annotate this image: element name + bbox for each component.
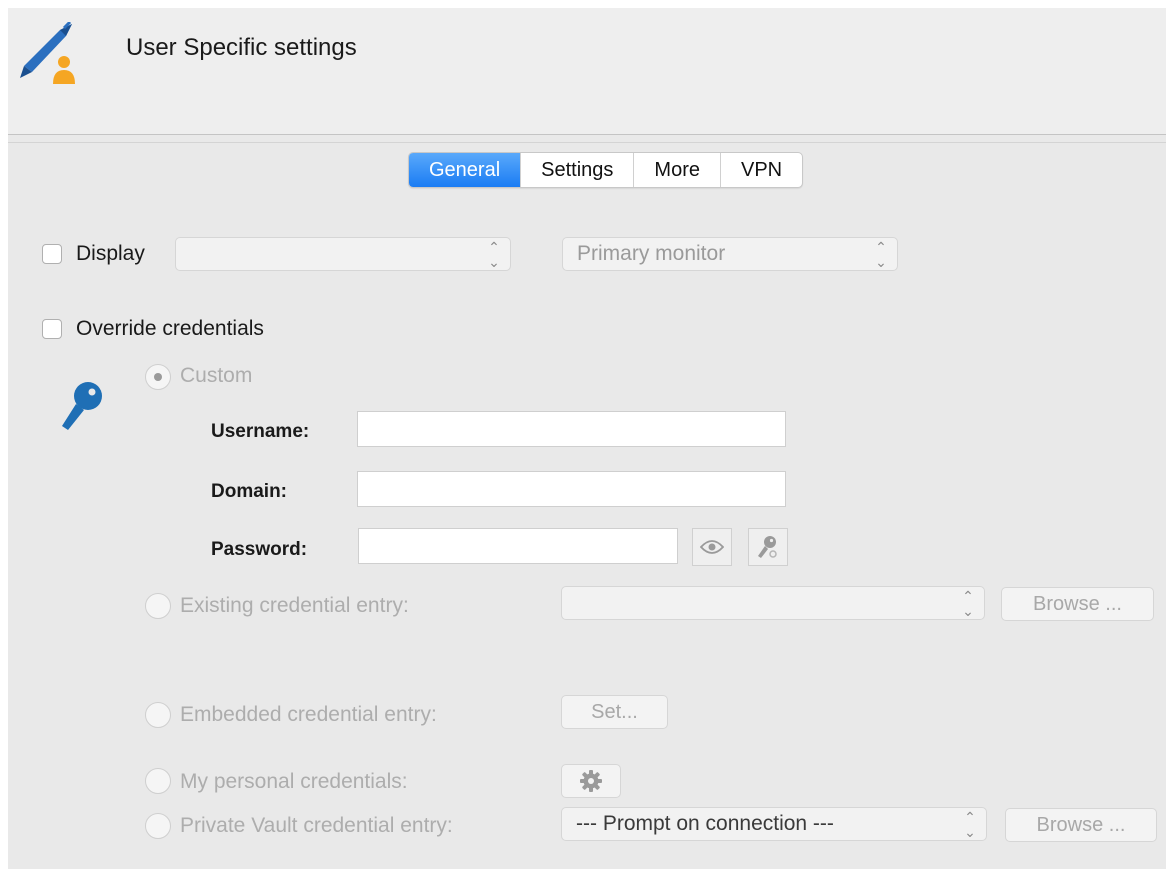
display-label: Display xyxy=(76,242,145,265)
embedded-credential-label: Embedded credential entry: xyxy=(180,703,437,726)
display-select[interactable]: ⌃ ⌄ xyxy=(175,237,511,271)
personal-credentials-label: My personal credentials: xyxy=(180,770,408,793)
show-password-button[interactable] xyxy=(692,528,732,566)
domain-input[interactable] xyxy=(357,471,786,507)
divider xyxy=(8,142,1166,143)
chevron-updown-icon: ⌃ ⌄ xyxy=(962,588,974,619)
monitor-select-value: Primary monitor xyxy=(577,242,726,265)
existing-credential-label: Existing credential entry: xyxy=(180,594,409,617)
private-vault-radio[interactable] xyxy=(145,813,171,839)
existing-credential-select[interactable]: ⌃ ⌄ xyxy=(561,586,985,620)
display-checkbox[interactable] xyxy=(42,244,62,264)
custom-label: Custom xyxy=(180,364,253,387)
vault-browse-button[interactable]: Browse ... xyxy=(1005,808,1157,842)
custom-radio[interactable] xyxy=(145,364,171,390)
eye-icon xyxy=(700,540,724,554)
tab-vpn[interactable]: VPN xyxy=(720,153,802,187)
settings-window: User Specific settings General Settings … xyxy=(8,8,1166,869)
username-label: Username: xyxy=(211,421,310,442)
existing-browse-button[interactable]: Browse ... xyxy=(1001,587,1154,621)
password-label: Password: xyxy=(211,539,308,560)
private-vault-value: --- Prompt on connection --- xyxy=(576,812,834,835)
override-label: Override credentials xyxy=(76,317,264,340)
password-input[interactable] xyxy=(358,528,678,564)
monitor-select[interactable]: Primary monitor ⌃ ⌄ xyxy=(562,237,898,271)
generate-password-button[interactable] xyxy=(748,528,788,566)
gear-icon xyxy=(580,770,602,792)
chevron-updown-icon: ⌃ ⌄ xyxy=(964,809,976,840)
username-input[interactable] xyxy=(357,411,786,447)
header: User Specific settings xyxy=(8,8,1166,135)
chevron-updown-icon: ⌃ ⌄ xyxy=(875,239,887,270)
tab-settings[interactable]: Settings xyxy=(520,153,633,187)
override-checkbox[interactable] xyxy=(42,319,62,339)
page-title: User Specific settings xyxy=(126,34,357,61)
existing-credential-radio[interactable] xyxy=(145,593,171,619)
personal-credentials-radio[interactable] xyxy=(145,768,171,794)
key-user-icon xyxy=(758,536,777,558)
tab-bar: General Settings More VPN xyxy=(408,152,804,188)
tab-more[interactable]: More xyxy=(633,153,720,187)
embedded-set-button[interactable]: Set... xyxy=(561,695,668,729)
private-vault-select[interactable]: --- Prompt on connection --- ⌃ ⌄ xyxy=(561,807,987,841)
personal-settings-button[interactable] xyxy=(561,764,621,798)
pencil-user-icon xyxy=(20,22,75,84)
tab-general[interactable]: General xyxy=(409,153,521,187)
chevron-updown-icon: ⌃ ⌄ xyxy=(488,239,500,270)
domain-label: Domain: xyxy=(211,481,287,502)
private-vault-label: Private Vault credential entry: xyxy=(180,814,453,837)
embedded-credential-radio[interactable] xyxy=(145,702,171,728)
key-icon xyxy=(62,382,102,430)
